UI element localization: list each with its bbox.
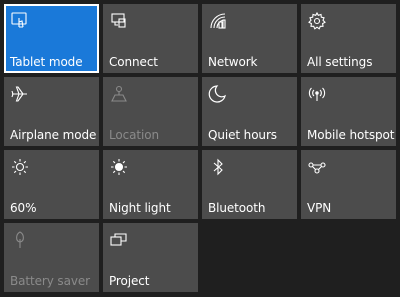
location-icon: [109, 84, 129, 104]
hotspot-icon: [307, 84, 327, 104]
tile-airplane-mode[interactable]: Airplane mode: [4, 77, 99, 146]
tile-label: Mobile hotspot: [307, 128, 395, 142]
tile-connect[interactable]: Connect: [103, 4, 198, 73]
tile-vpn[interactable]: VPN: [301, 150, 396, 219]
tile-label: Project: [109, 274, 150, 288]
tile-label: Tablet mode: [10, 55, 83, 69]
tile-battery-saver[interactable]: Battery saver: [4, 223, 99, 292]
airplane-icon: [10, 84, 30, 104]
action-center-quick-actions: Tablet mode Connect Network All settings…: [0, 0, 400, 297]
brightness-level: 60%: [10, 201, 37, 215]
tile-night-light[interactable]: Night light: [103, 150, 198, 219]
tile-label: Airplane mode: [10, 128, 97, 142]
tile-label: Night light: [109, 201, 171, 215]
tile-mobile-hotspot[interactable]: Mobile hotspot: [301, 77, 396, 146]
bluetooth-icon: [208, 157, 228, 177]
tile-label: Battery saver: [10, 274, 90, 288]
tile-all-settings[interactable]: All settings: [301, 4, 396, 73]
night-light-icon: [109, 157, 129, 177]
battery-saver-icon: [10, 230, 30, 250]
tile-label: Network: [208, 55, 258, 69]
tile-label: All settings: [307, 55, 373, 69]
tile-label: Bluetooth: [208, 201, 266, 215]
tile-project[interactable]: Project: [103, 223, 198, 292]
moon-icon: [208, 84, 228, 104]
vpn-icon: [307, 157, 327, 177]
tile-bluetooth[interactable]: Bluetooth: [202, 150, 297, 219]
connect-icon: [109, 11, 129, 31]
tile-label: Location: [109, 128, 159, 142]
tile-network[interactable]: Network: [202, 4, 297, 73]
tile-label: Quiet hours: [208, 128, 277, 142]
tile-location[interactable]: Location: [103, 77, 198, 146]
tile-tablet-mode[interactable]: Tablet mode: [4, 4, 99, 73]
gear-icon: [307, 11, 327, 31]
brightness-icon: [10, 157, 30, 177]
project-icon: [109, 230, 129, 250]
tablet-mode-icon: [10, 11, 30, 31]
tile-quiet-hours[interactable]: Quiet hours: [202, 77, 297, 146]
network-icon: [208, 11, 228, 31]
tile-label: VPN: [307, 201, 332, 215]
tile-label: Connect: [109, 55, 158, 69]
tile-brightness[interactable]: 60%: [4, 150, 99, 219]
